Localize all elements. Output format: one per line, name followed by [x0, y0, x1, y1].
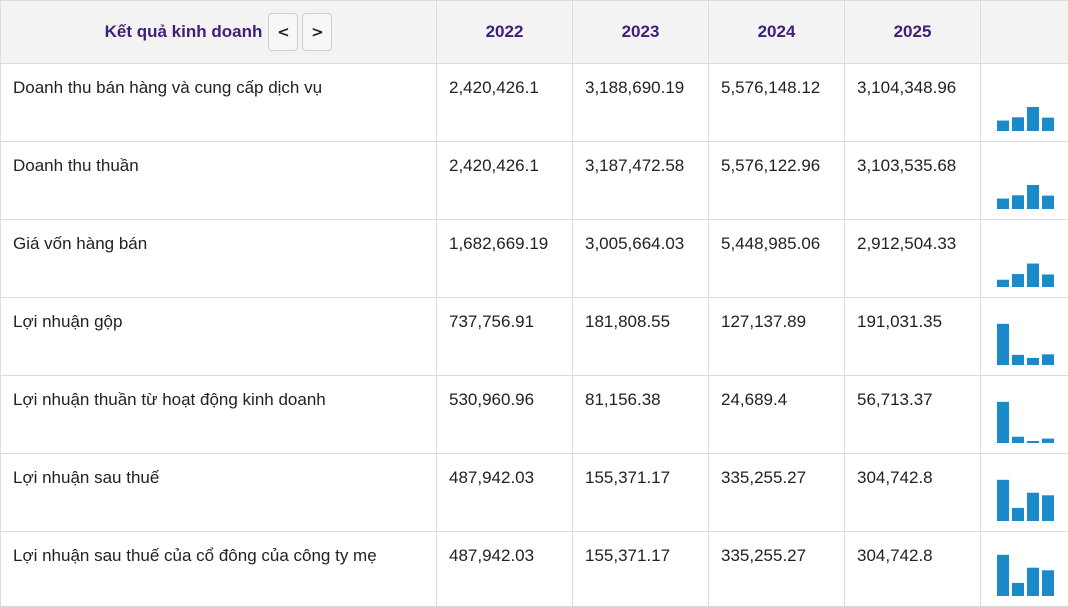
sparkline-bar-2025: [1042, 274, 1054, 287]
value-cell-2023: 155,371.17: [573, 532, 709, 607]
sparkline-bar-2024: [1027, 185, 1039, 209]
sparkline-bar-2025: [1042, 354, 1054, 365]
sparkline-bar-2024: [1027, 107, 1039, 131]
sparkline-bar-2023: [1012, 117, 1024, 131]
prev-period-button[interactable]: <: [268, 13, 298, 51]
sparkline-chart: [997, 89, 1057, 131]
year-header: 2022: [437, 1, 573, 64]
sparkline-chart: [997, 554, 1057, 596]
value-cell-2024: 335,255.27: [709, 454, 845, 532]
sparkline-bar-2022: [997, 324, 1009, 365]
row-label: Lợi nhuận sau thuế: [1, 454, 437, 532]
sparkline-header: [981, 1, 1068, 64]
sparkline-bar-2024: [1027, 568, 1039, 596]
year-header: 2023: [573, 1, 709, 64]
value-cell-2024: 5,576,122.96: [709, 142, 845, 220]
year-header: 2024: [709, 1, 845, 64]
sparkline-bar-2025: [1042, 196, 1054, 209]
row-label: Lợi nhuận thuần từ hoạt động kinh doanh: [1, 376, 437, 454]
table-title: Kết quả kinh doanh: [105, 22, 263, 42]
sparkline-bar-2025: [1042, 570, 1054, 596]
sparkline-chart: [997, 167, 1057, 209]
sparkline-bar-2025: [1042, 118, 1054, 131]
sparkline-cell: [981, 142, 1068, 220]
value-cell-2024: 5,448,985.06: [709, 220, 845, 298]
sparkline-cell: [981, 454, 1068, 532]
row-label: Doanh thu thuần: [1, 142, 437, 220]
sparkline-chart: [997, 479, 1057, 521]
sparkline-chart: [997, 323, 1057, 365]
header-title-cell: Kết quả kinh doanh < >: [1, 1, 437, 64]
sparkline-cell: [981, 220, 1068, 298]
row-label: Giá vốn hàng bán: [1, 220, 437, 298]
sparkline-cell: [981, 64, 1068, 142]
sparkline-bar-2022: [997, 555, 1009, 596]
value-cell-2023: 3,187,472.58: [573, 142, 709, 220]
value-cell-2025: 3,103,535.68: [845, 142, 981, 220]
value-cell-2025: 304,742.8: [845, 532, 981, 607]
value-cell-2022: 487,942.03: [437, 454, 573, 532]
sparkline-bar-2023: [1012, 437, 1024, 443]
sparkline-bar-2022: [997, 280, 1009, 287]
table-row-gia-von-hang-ban: Giá vốn hàng bán1,682,669.193,005,664.03…: [1, 220, 1068, 298]
value-cell-2023: 181,808.55: [573, 298, 709, 376]
value-cell-2025: 56,713.37: [845, 376, 981, 454]
value-cell-2025: 304,742.8: [845, 454, 981, 532]
sparkline-bar-2023: [1012, 274, 1024, 287]
sparkline-bar-2025: [1042, 439, 1054, 443]
row-label: Doanh thu bán hàng và cung cấp dịch vụ: [1, 64, 437, 142]
value-cell-2024: 5,576,148.12: [709, 64, 845, 142]
year-header: 2025: [845, 1, 981, 64]
value-cell-2022: 2,420,426.1: [437, 142, 573, 220]
value-cell-2025: 191,031.35: [845, 298, 981, 376]
row-label: Lợi nhuận gộp: [1, 298, 437, 376]
value-cell-2022: 1,682,669.19: [437, 220, 573, 298]
sparkline-bar-2022: [997, 199, 1009, 209]
sparkline-bar-2023: [1012, 583, 1024, 596]
row-label: Lợi nhuận sau thuế của cổ đông của công …: [1, 532, 437, 607]
value-cell-2022: 737,756.91: [437, 298, 573, 376]
table-row-loi-nhuan-thuan-tu-hoat-dong-kinh-doanh: Lợi nhuận thuần từ hoạt động kinh doanh5…: [1, 376, 1068, 454]
financial-results-table: Kết quả kinh doanh < > 2022 2023 2024 20…: [0, 0, 1068, 607]
value-cell-2022: 2,420,426.1: [437, 64, 573, 142]
sparkline-bar-2024: [1027, 358, 1039, 365]
sparkline-chart: [997, 245, 1057, 287]
value-cell-2023: 81,156.38: [573, 376, 709, 454]
table-header-row: Kết quả kinh doanh < > 2022 2023 2024 20…: [1, 1, 1068, 64]
value-cell-2025: 2,912,504.33: [845, 220, 981, 298]
value-cell-2024: 127,137.89: [709, 298, 845, 376]
sparkline-bar-2025: [1042, 495, 1054, 521]
table-row-loi-nhuan-sau-thue: Lợi nhuận sau thuế487,942.03155,371.1733…: [1, 454, 1068, 532]
table-row-loi-nhuan-gop: Lợi nhuận gộp737,756.91181,808.55127,137…: [1, 298, 1068, 376]
sparkline-bar-2022: [997, 402, 1009, 443]
table-row-doanh-thu-ban-hang-va-cung-cap-dich-vu: Doanh thu bán hàng và cung cấp dịch vụ2,…: [1, 64, 1068, 142]
value-cell-2022: 487,942.03: [437, 532, 573, 607]
table-row-loi-nhuan-sau-thue-cua-co-dong-cua-cong-ty-me: Lợi nhuận sau thuế của cổ đông của công …: [1, 532, 1068, 607]
value-cell-2024: 24,689.4: [709, 376, 845, 454]
sparkline-bar-2022: [997, 121, 1009, 131]
sparkline-cell: [981, 376, 1068, 454]
value-cell-2024: 335,255.27: [709, 532, 845, 607]
sparkline-bar-2022: [997, 480, 1009, 521]
sparkline-bar-2024: [1027, 441, 1039, 443]
sparkline-cell: [981, 532, 1068, 607]
sparkline-bar-2023: [1012, 195, 1024, 209]
table-row-doanh-thu-thuan: Doanh thu thuần2,420,426.13,187,472.585,…: [1, 142, 1068, 220]
value-cell-2022: 530,960.96: [437, 376, 573, 454]
sparkline-bar-2023: [1012, 355, 1024, 365]
value-cell-2023: 3,188,690.19: [573, 64, 709, 142]
sparkline-bar-2024: [1027, 493, 1039, 521]
next-period-button[interactable]: >: [302, 13, 332, 51]
sparkline-cell: [981, 298, 1068, 376]
sparkline-bar-2023: [1012, 508, 1024, 521]
value-cell-2023: 155,371.17: [573, 454, 709, 532]
value-cell-2025: 3,104,348.96: [845, 64, 981, 142]
sparkline-chart: [997, 401, 1057, 443]
sparkline-bar-2024: [1027, 264, 1039, 287]
value-cell-2023: 3,005,664.03: [573, 220, 709, 298]
